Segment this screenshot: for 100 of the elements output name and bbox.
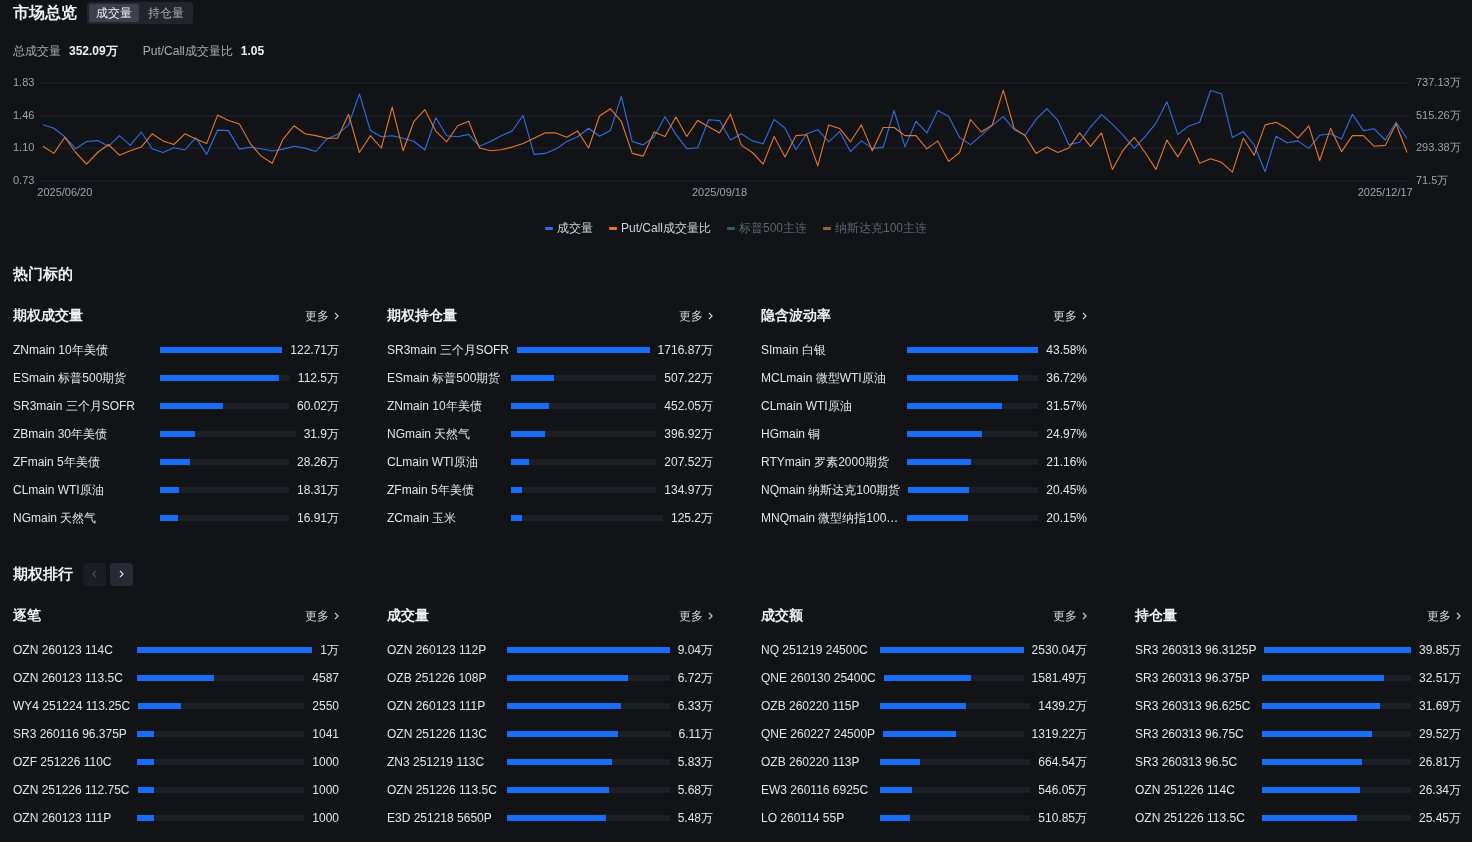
stat-value: 1.05 <box>240 44 265 58</box>
stat-label: Put/Call成交量比 <box>142 42 233 60</box>
contract-name: OZN 251226 112.75C <box>13 783 130 797</box>
row-value: 5.68万 <box>677 781 713 799</box>
contract-name: OZB 260220 115P <box>761 699 861 713</box>
tab[interactable]: 成交量 <box>89 4 139 22</box>
axis-label: 1.10 <box>13 140 35 153</box>
row-value: 29.52万 <box>1418 725 1461 743</box>
row-value: 31.69万 <box>1418 697 1461 715</box>
axis-label: 1.46 <box>13 108 35 121</box>
section-title: 期权排行 <box>13 564 73 584</box>
section-title: 热门标的 <box>13 264 73 284</box>
contract-name: CLmain WTI原油 <box>761 397 853 415</box>
axis-label: 0.73 <box>13 173 35 186</box>
card-title: 持仓量 <box>1135 607 1177 625</box>
row-value: 134.97万 <box>664 481 713 499</box>
row-value: 20.45% <box>1046 483 1087 497</box>
more-link[interactable]: 更多 <box>679 607 713 625</box>
more-link[interactable]: 更多 <box>1053 307 1087 325</box>
contract-name: ZFmain 5年美债 <box>13 453 101 471</box>
chevron-right-icon <box>708 612 713 620</box>
row-value: 16.91万 <box>296 509 339 527</box>
row-value: 20.15% <box>1046 511 1087 525</box>
row-value: 1041 <box>312 727 339 741</box>
contract-name: OZN 251226 113.5C <box>1135 811 1246 825</box>
legend-item[interactable]: Put/Call成交量比 <box>608 219 711 237</box>
contract-name: OZN 260123 112P <box>387 643 488 657</box>
contract-name: WY4 251224 113.25C <box>13 699 131 713</box>
axis-label: 71.5万 <box>1416 173 1449 186</box>
contract-name: NQmain 纳斯达克100期货 <box>761 481 901 499</box>
row-value: 6.11万 <box>678 725 713 743</box>
tab[interactable]: 持仓量 <box>141 4 191 22</box>
chevron-right-icon <box>1082 312 1087 320</box>
row-value: 18.31万 <box>296 481 339 499</box>
row-value: 112.5万 <box>297 369 339 387</box>
row-value: 2530.04万 <box>1031 641 1087 659</box>
row-value: 5.48万 <box>677 809 713 827</box>
contract-name: RTYmain 罗素2000期货 <box>761 453 890 471</box>
contract-name: SR3 260116 96.375P <box>13 727 128 741</box>
row-value: 2550 <box>312 699 339 713</box>
row-value: 60.02万 <box>296 397 339 415</box>
axis-label: 737.13万 <box>1416 75 1461 88</box>
contract-name: HGmain 铜 <box>761 425 822 443</box>
row-value: 31.9万 <box>303 425 339 443</box>
contract-name: SR3 260313 96.75C <box>1135 727 1245 741</box>
contract-name: CLmain WTI原油 <box>13 481 105 499</box>
contract-name: OZN 260123 111P <box>387 699 487 713</box>
row-value: 24.97% <box>1046 427 1087 441</box>
more-link[interactable]: 更多 <box>1053 607 1087 625</box>
contract-name: OZN 260123 111P <box>13 811 113 825</box>
card-title: 期权持仓量 <box>387 307 457 325</box>
row-value: 546.05万 <box>1038 781 1087 799</box>
contract-name: E3D 251218 5650P <box>387 811 493 825</box>
contract-name: ZCmain 玉米 <box>387 509 458 527</box>
chevron-right-icon <box>119 570 124 578</box>
card-title: 逐笔 <box>13 607 41 625</box>
stat-value: 352.09万 <box>69 42 118 60</box>
contract-name: OZF 251226 110C <box>13 755 113 769</box>
axis-label: 2025/06/20 <box>37 185 93 198</box>
row-value: 1716.87万 <box>657 341 713 359</box>
chevron-right-icon <box>708 312 713 320</box>
chevron-right-icon <box>1456 612 1461 620</box>
row-value: 510.85万 <box>1038 809 1087 827</box>
contract-name: SImain 白银 <box>761 341 827 359</box>
row-value: 6.33万 <box>677 697 713 715</box>
axis-label: 515.26万 <box>1416 108 1461 121</box>
axis-label: 1.83 <box>13 75 35 88</box>
row-value: 43.58% <box>1046 343 1087 357</box>
card-title: 成交额 <box>761 607 803 625</box>
more-link[interactable]: 更多 <box>679 307 713 325</box>
row-value: 1000 <box>312 783 339 797</box>
row-value: 28.26万 <box>296 453 339 471</box>
row-value: 452.05万 <box>664 397 713 415</box>
more-link[interactable]: 更多 <box>305 307 339 325</box>
next-button[interactable] <box>110 562 133 586</box>
stat-label: 总成交量 <box>13 42 61 60</box>
legend-item[interactable]: 成交量 <box>544 219 593 237</box>
contract-name: SR3main 三个月SOFR <box>13 397 137 415</box>
chevron-left-icon <box>92 570 97 578</box>
contract-name: MCLmain 微型WTI原油 <box>761 369 887 387</box>
contract-name: ESmain 标普500期货 <box>13 369 128 387</box>
row-value: 125.2万 <box>670 509 713 527</box>
contract-name: NGmain 天然气 <box>13 509 98 527</box>
row-value: 26.34万 <box>1418 781 1461 799</box>
contract-name: SR3main 三个月SOFR <box>387 341 510 359</box>
contract-name: OZN 260123 113.5C <box>13 671 124 685</box>
chevron-right-icon <box>1082 612 1087 620</box>
contract-name: OZN 251226 114C <box>1135 783 1236 797</box>
row-value: 396.92万 <box>664 425 713 443</box>
axis-label: 2025/12/17 <box>1357 185 1413 198</box>
row-value: 6.72万 <box>677 669 713 687</box>
more-link[interactable]: 更多 <box>1427 607 1461 625</box>
card-title: 隐含波动率 <box>761 307 831 325</box>
more-link[interactable]: 更多 <box>305 607 339 625</box>
contract-name: ZBmain 30年美债 <box>13 425 109 443</box>
contract-name: OZB 251226 108P <box>387 671 488 685</box>
row-value: 21.16% <box>1046 455 1087 469</box>
contract-name: OZN 260123 114C <box>13 643 114 657</box>
axis-label: 2025/09/18 <box>692 185 748 198</box>
row-value: 207.52万 <box>664 453 713 471</box>
